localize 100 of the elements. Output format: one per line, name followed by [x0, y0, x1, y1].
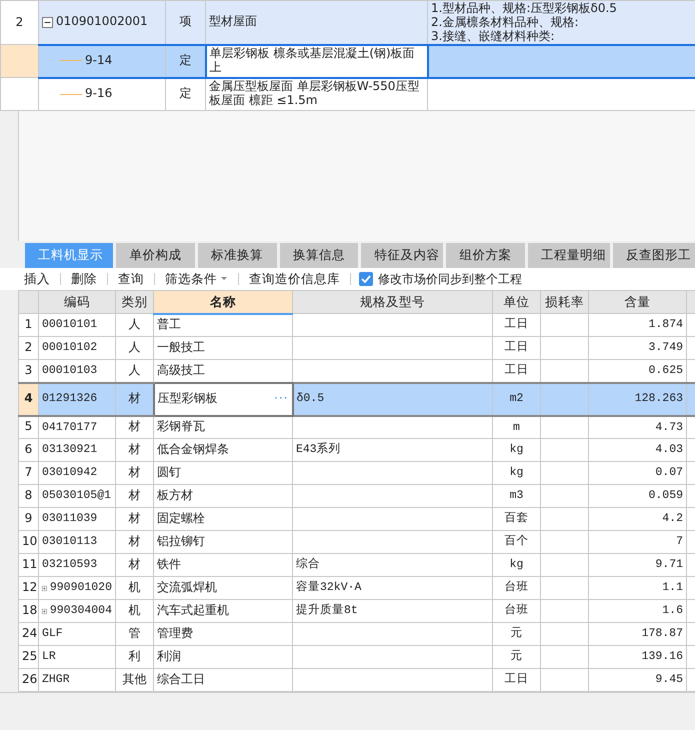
table-cell: 4.2 [588, 508, 686, 530]
table-cell: 元 [492, 622, 540, 646]
filter-dropdown[interactable]: 筛选条件 [163, 270, 230, 288]
row-number: 5 [18, 416, 38, 438]
tab[interactable]: 特征及内容 [361, 243, 444, 268]
table-cell: 汽车式起重机 [154, 600, 292, 622]
row-number: 12 [18, 576, 38, 600]
table-cell: 03010942 [38, 462, 116, 484]
table-cell: 010901002001 [56, 15, 148, 30]
row-number: 8 [18, 484, 38, 508]
table-cell: 材 [116, 382, 154, 416]
table-cell: m2 [492, 382, 540, 416]
table-cell: 一般技工 [154, 336, 292, 360]
tab[interactable]: 工程量明细 [528, 243, 610, 268]
table-cell: 4.03 [588, 438, 686, 462]
tab[interactable]: 单价构成 [116, 243, 195, 268]
toolbar-button[interactable]: 查询 [116, 270, 146, 288]
toolbar-button[interactable]: 插入 [22, 270, 52, 288]
row-number: 1 [18, 314, 38, 336]
table-cell: 03011039 [38, 508, 116, 530]
table-cell: 178.87 [588, 622, 686, 646]
table-cell: 04170177 [38, 416, 116, 438]
column-header[interactable]: 规格及型号 [292, 290, 492, 314]
row-number: 11 [18, 554, 38, 576]
toolbar-button[interactable]: 删除 [69, 270, 99, 288]
table-cell: 03130921 [38, 438, 116, 462]
table-cell: 百个 [492, 530, 540, 554]
table-cell: 定 [166, 44, 206, 78]
table-cell: 3.749 [588, 336, 686, 360]
table-cell: 0.059 [588, 484, 686, 508]
table-cell: 材 [116, 530, 154, 554]
table-cell: 容量32kV·A [292, 576, 492, 600]
table-cell: 铝拉铆钉 [154, 530, 292, 554]
table-cell: 型材屋面 [206, 0, 428, 44]
table-cell: kg [492, 438, 540, 462]
table-cell: 材 [116, 438, 154, 462]
table-cell: 工日 [492, 336, 540, 360]
table-cell: 人 [116, 314, 154, 336]
tab[interactable]: 标准换算 [198, 243, 276, 268]
table-cell: 9-14 [85, 54, 112, 68]
table-cell: 压型彩钢板 [158, 391, 218, 406]
column-header[interactable]: 类别 [116, 290, 154, 314]
tab[interactable]: 换算信息 [280, 243, 358, 268]
table-cell: 材 [116, 484, 154, 508]
table-cell: 7 [588, 530, 686, 554]
table-cell: kg [492, 554, 540, 576]
table-cell: 百套 [492, 508, 540, 530]
table-cell: 圆钉 [154, 462, 292, 484]
table-cell: GLF [38, 622, 116, 646]
caret-icon [220, 276, 228, 282]
table-cell: 03210593 [38, 554, 116, 576]
row-number: 25 [18, 646, 38, 668]
checkbox[interactable] [359, 272, 373, 286]
table-cell: 管理费 [154, 622, 292, 646]
table-cell: 交流弧焊机 [154, 576, 292, 600]
table-cell: 0.07 [588, 462, 686, 484]
column-header[interactable]: 名称 [154, 290, 292, 314]
table-cell: kg [492, 462, 540, 484]
table-cell: 990304004 [50, 604, 112, 618]
table-cell: m3 [492, 484, 540, 508]
table-cell: 利 [116, 646, 154, 668]
row-number: 3 [18, 360, 38, 382]
table-cell: 材 [116, 462, 154, 484]
table-cell: 9.71 [588, 554, 686, 576]
table-cell: 机 [116, 600, 154, 622]
table-cell: 01291326 [38, 382, 116, 416]
column-header[interactable]: 编码 [38, 290, 116, 314]
table-cell: 机 [116, 576, 154, 600]
tab[interactable]: 反查图形工 [613, 243, 695, 268]
table-cell: 05030105@1 [38, 484, 116, 508]
table-cell: 项 [166, 0, 206, 44]
row-number: 24 [18, 622, 38, 646]
table-cell: 1.874 [588, 314, 686, 336]
column-header[interactable]: 单位 [492, 290, 540, 314]
table-cell: 利润 [154, 646, 292, 668]
table-cell: 单层彩钢板 檩条或基层混凝土(钢)板面上 [206, 44, 428, 78]
table-cell: 普工 [154, 314, 292, 336]
table-cell: 材 [116, 416, 154, 438]
toolbar-button[interactable]: 查询造价信息库 [247, 270, 342, 288]
row-number: 9 [18, 508, 38, 530]
row-number: 7 [18, 462, 38, 484]
table-cell: 128.263 [588, 382, 686, 416]
table-cell: 1.1 [588, 576, 686, 600]
table-cell: 台班 [492, 600, 540, 622]
table-cell: 1.6 [588, 600, 686, 622]
table-cell: 板方材 [154, 484, 292, 508]
table-cell: 03010113 [38, 530, 116, 554]
table-cell: 低合金钢焊条 [154, 438, 292, 462]
table-cell: 固定螺栓 [154, 508, 292, 530]
tab[interactable]: 组价方案 [446, 243, 525, 268]
column-header[interactable]: 损耗率 [540, 290, 588, 314]
row-number: 4 [18, 382, 38, 416]
table-cell: 人 [116, 336, 154, 360]
table-cell: 材 [116, 554, 154, 576]
row-number: 2 [18, 336, 38, 360]
table-cell: 00010101 [38, 314, 116, 336]
table-cell: 元 [492, 646, 540, 668]
column-header[interactable]: 含量 [588, 290, 686, 314]
collapse-icon[interactable] [42, 16, 53, 28]
table-cell-text: 2.金属檩条材料品种、规格: [431, 15, 580, 30]
